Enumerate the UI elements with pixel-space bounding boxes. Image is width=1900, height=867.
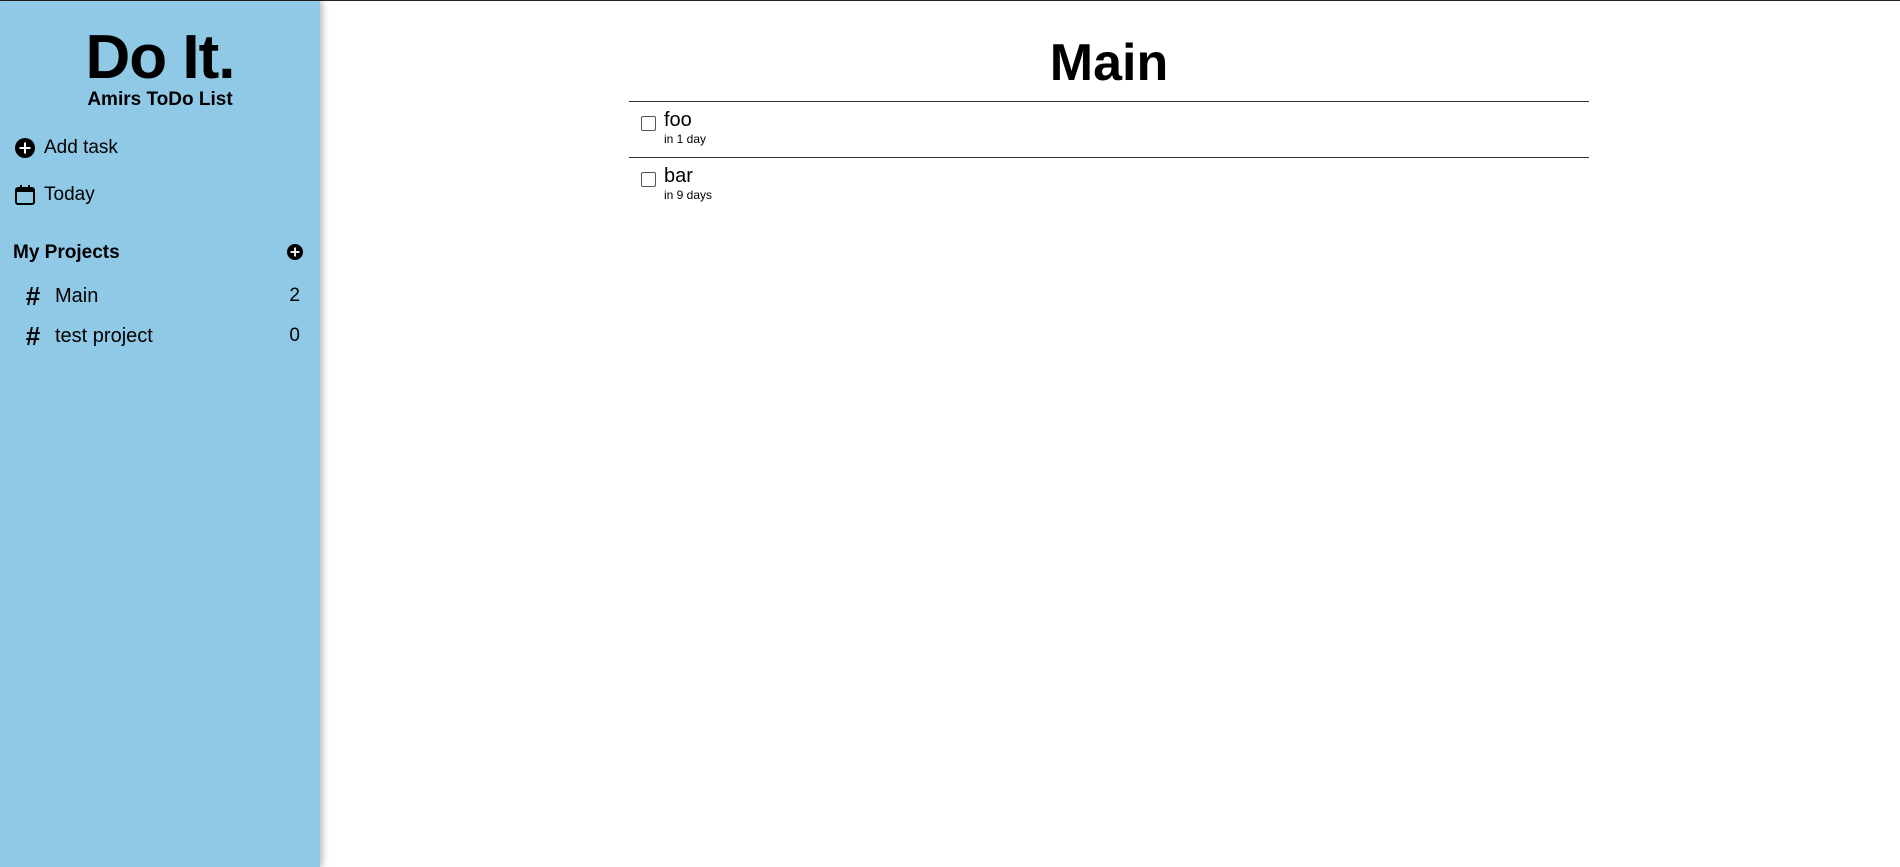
projects-header: My Projects — [13, 242, 120, 263]
calendar-icon — [14, 184, 36, 206]
task-checkbox[interactable] — [641, 172, 656, 187]
app-window: Do It. Amirs ToDo List Add task Today My… — [0, 0, 1900, 867]
project-item-test-project[interactable]: # test project 0 — [20, 321, 300, 351]
hash-icon: # — [25, 321, 41, 351]
add-project-button[interactable] — [286, 243, 304, 261]
task-list: foo in 1 day bar in 9 days — [629, 101, 1589, 213]
task-due: in 1 day — [664, 132, 707, 146]
task-name: foo — [664, 109, 692, 131]
hash-icon: # — [25, 281, 41, 311]
project-item-main[interactable]: # Main 2 — [20, 281, 300, 311]
plus-circle-icon — [14, 137, 36, 159]
task-name: bar — [664, 165, 693, 187]
page-title: Main — [1049, 34, 1169, 92]
plus-circle-icon — [286, 244, 304, 265]
task-item[interactable]: foo in 1 day — [629, 101, 1589, 157]
brand-title: Do It. — [85, 23, 236, 92]
today-button[interactable]: Today — [14, 181, 95, 209]
project-task-count: 0 — [289, 325, 300, 346]
sidebar: Do It. Amirs ToDo List Add task Today My… — [0, 1, 320, 867]
task-checkbox[interactable] — [641, 116, 656, 131]
task-due: in 9 days — [664, 188, 713, 202]
project-name: Main — [55, 284, 99, 307]
project-name: test project — [55, 324, 153, 347]
add-task-button[interactable]: Add task — [14, 134, 118, 162]
project-task-count: 2 — [289, 285, 300, 306]
task-item[interactable]: bar in 9 days — [629, 157, 1589, 213]
add-task-label: Add task — [44, 137, 118, 158]
today-label: Today — [44, 184, 95, 205]
brand-subtitle: Amirs ToDo List — [87, 89, 233, 110]
